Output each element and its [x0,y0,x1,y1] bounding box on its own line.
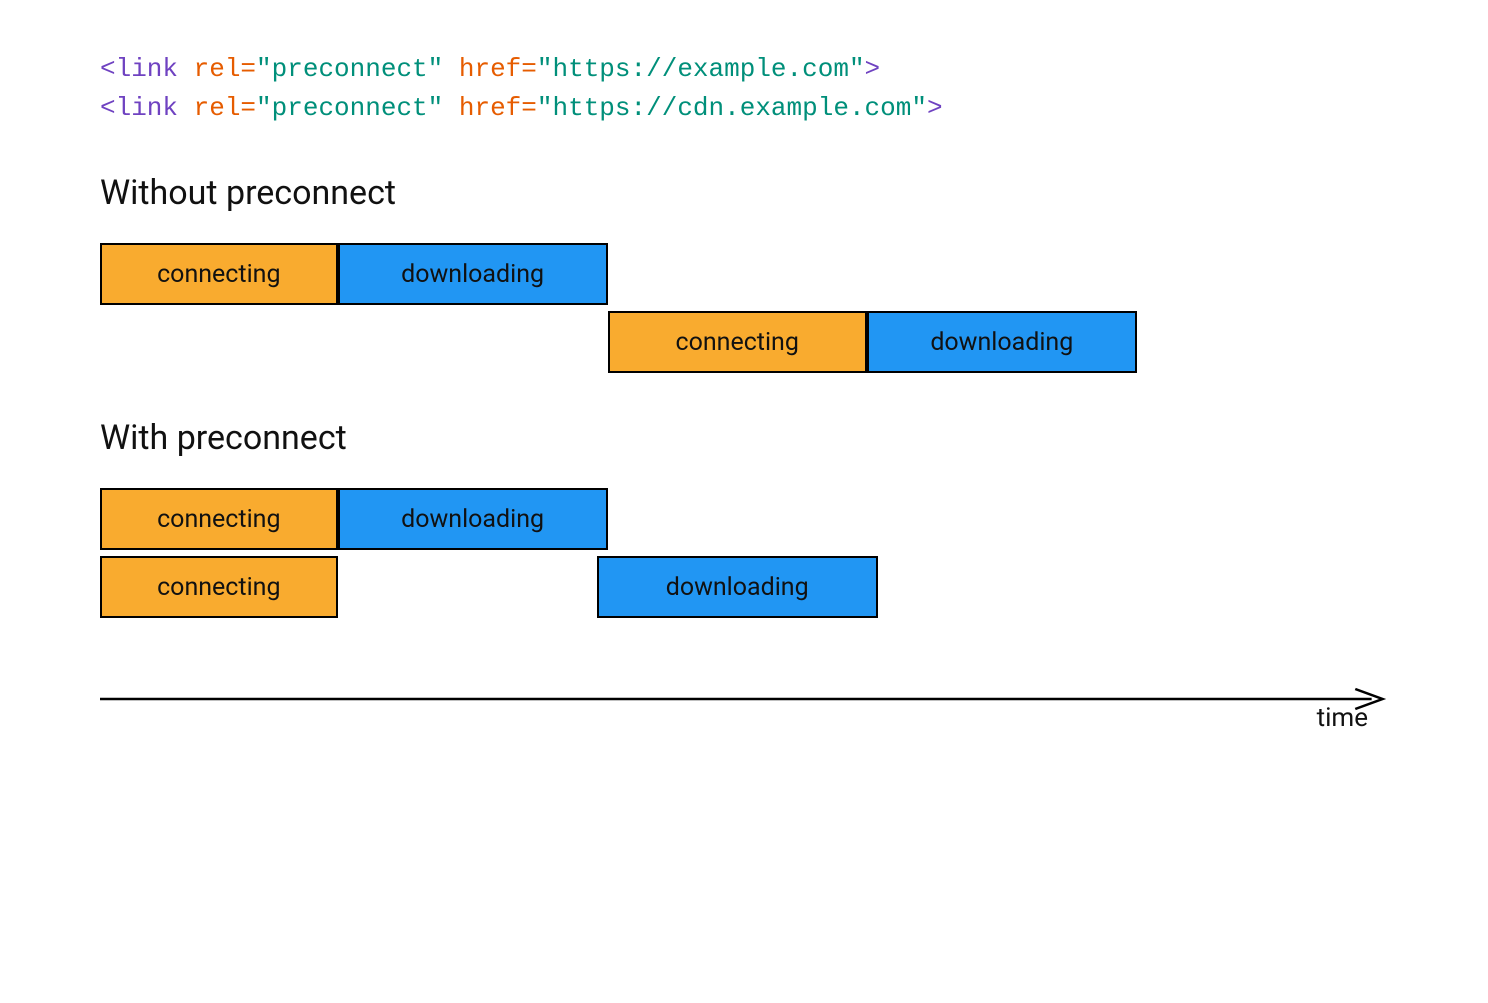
timeline-with: connectingdownloadingconnectingdownloadi… [100,488,1388,618]
downloading-bar: downloading [867,311,1137,373]
section-title-with: With preconnect [100,418,1388,458]
code-line-2: <link rel="preconnect" href="https://cdn… [100,89,1388,128]
downloading-bar: downloading [338,488,608,550]
code-attr-rel: rel= [178,54,256,84]
code-attr-rel: rel= [178,93,256,123]
downloading-bar: downloading [597,556,878,618]
downloading-bar: downloading [338,243,608,305]
code-tag-close: > [927,93,943,123]
connecting-bar: connecting [100,243,338,305]
code-val-href: "https://example.com" [537,54,865,84]
time-axis: time [100,673,1388,733]
axis-label-time: time [1317,703,1368,733]
code-tag-open: <link [100,93,178,123]
code-attr-href: href= [443,54,537,84]
table-row: connectingdownloading [100,488,1388,550]
connecting-bar: connecting [100,556,338,618]
timeline-without: connectingdownloadingconnectingdownloadi… [100,243,1388,373]
table-row: connectingdownloading [100,311,1388,373]
code-val-rel: "preconnect" [256,54,443,84]
code-val-rel: "preconnect" [256,93,443,123]
table-row: connecting downloading [100,556,1388,618]
connecting-bar: connecting [608,311,867,373]
section-title-without: Without preconnect [100,173,1388,213]
code-tag-close: > [865,54,881,84]
connecting-bar: connecting [100,488,338,550]
code-tag-open: <link [100,54,178,84]
code-line-1: <link rel="preconnect" href="https://exa… [100,50,1388,89]
code-attr-href: href= [443,93,537,123]
table-row: connectingdownloading [100,243,1388,305]
code-val-href: "https://cdn.example.com" [537,93,927,123]
